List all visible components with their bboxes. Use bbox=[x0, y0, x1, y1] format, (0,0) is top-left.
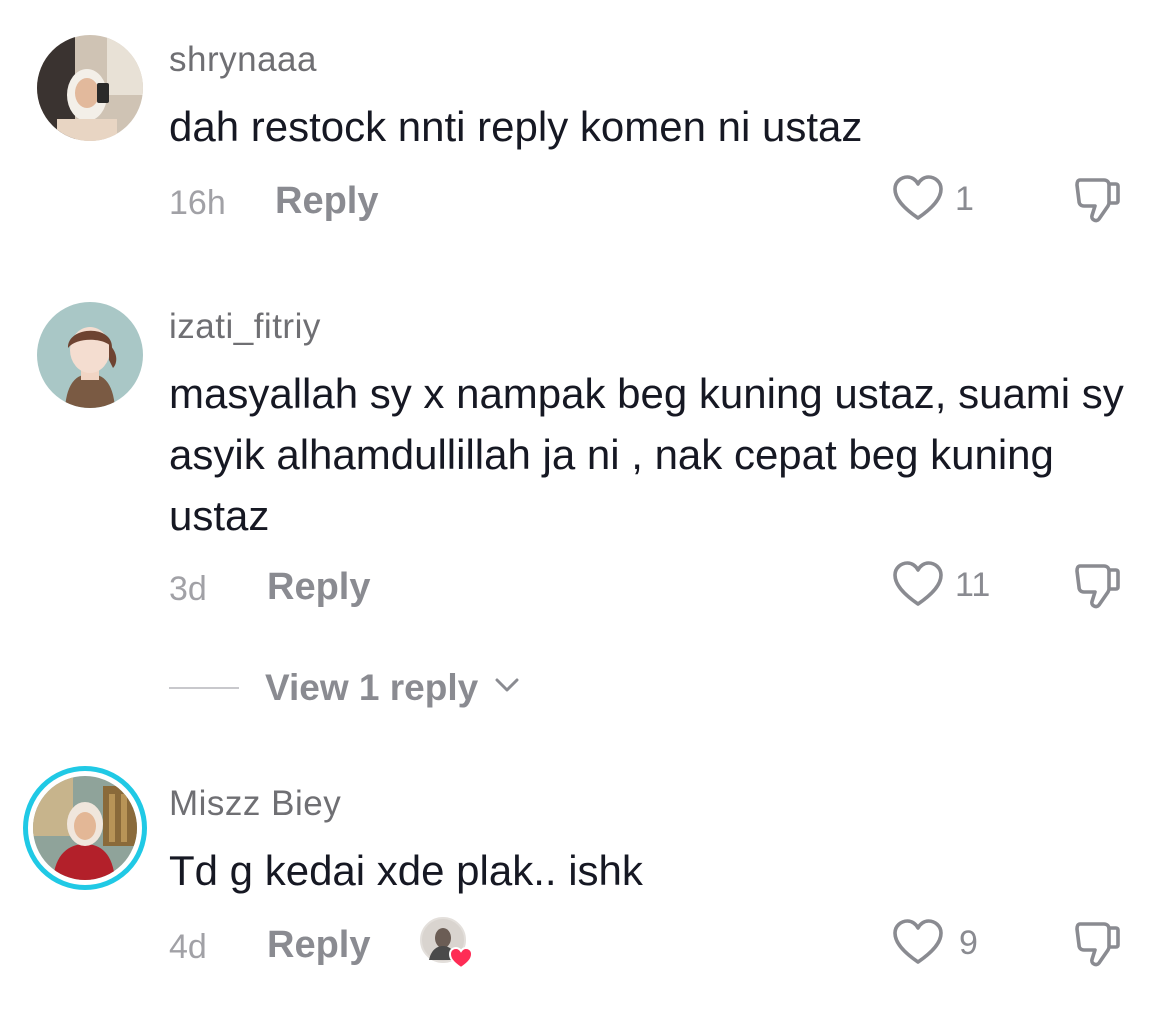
comment-item: Miszz Biey Td g kedai xde plak.. ishk 4d… bbox=[0, 0, 1170, 1021]
creator-liked-heart-icon bbox=[419, 914, 479, 974]
heart-outline-icon[interactable] bbox=[891, 918, 945, 968]
comment-username[interactable]: Miszz Biey bbox=[169, 784, 341, 824]
comment-actions: 4d Reply 9 bbox=[169, 917, 1129, 974]
like-count: 9 bbox=[959, 924, 978, 962]
comment-text: Td g kedai xde plak.. ishk bbox=[169, 847, 643, 894]
avatar[interactable] bbox=[23, 766, 147, 890]
reply-button[interactable]: Reply bbox=[267, 924, 370, 967]
thumbs-down-icon[interactable] bbox=[1071, 916, 1125, 970]
comment-time: 4d bbox=[169, 928, 207, 966]
